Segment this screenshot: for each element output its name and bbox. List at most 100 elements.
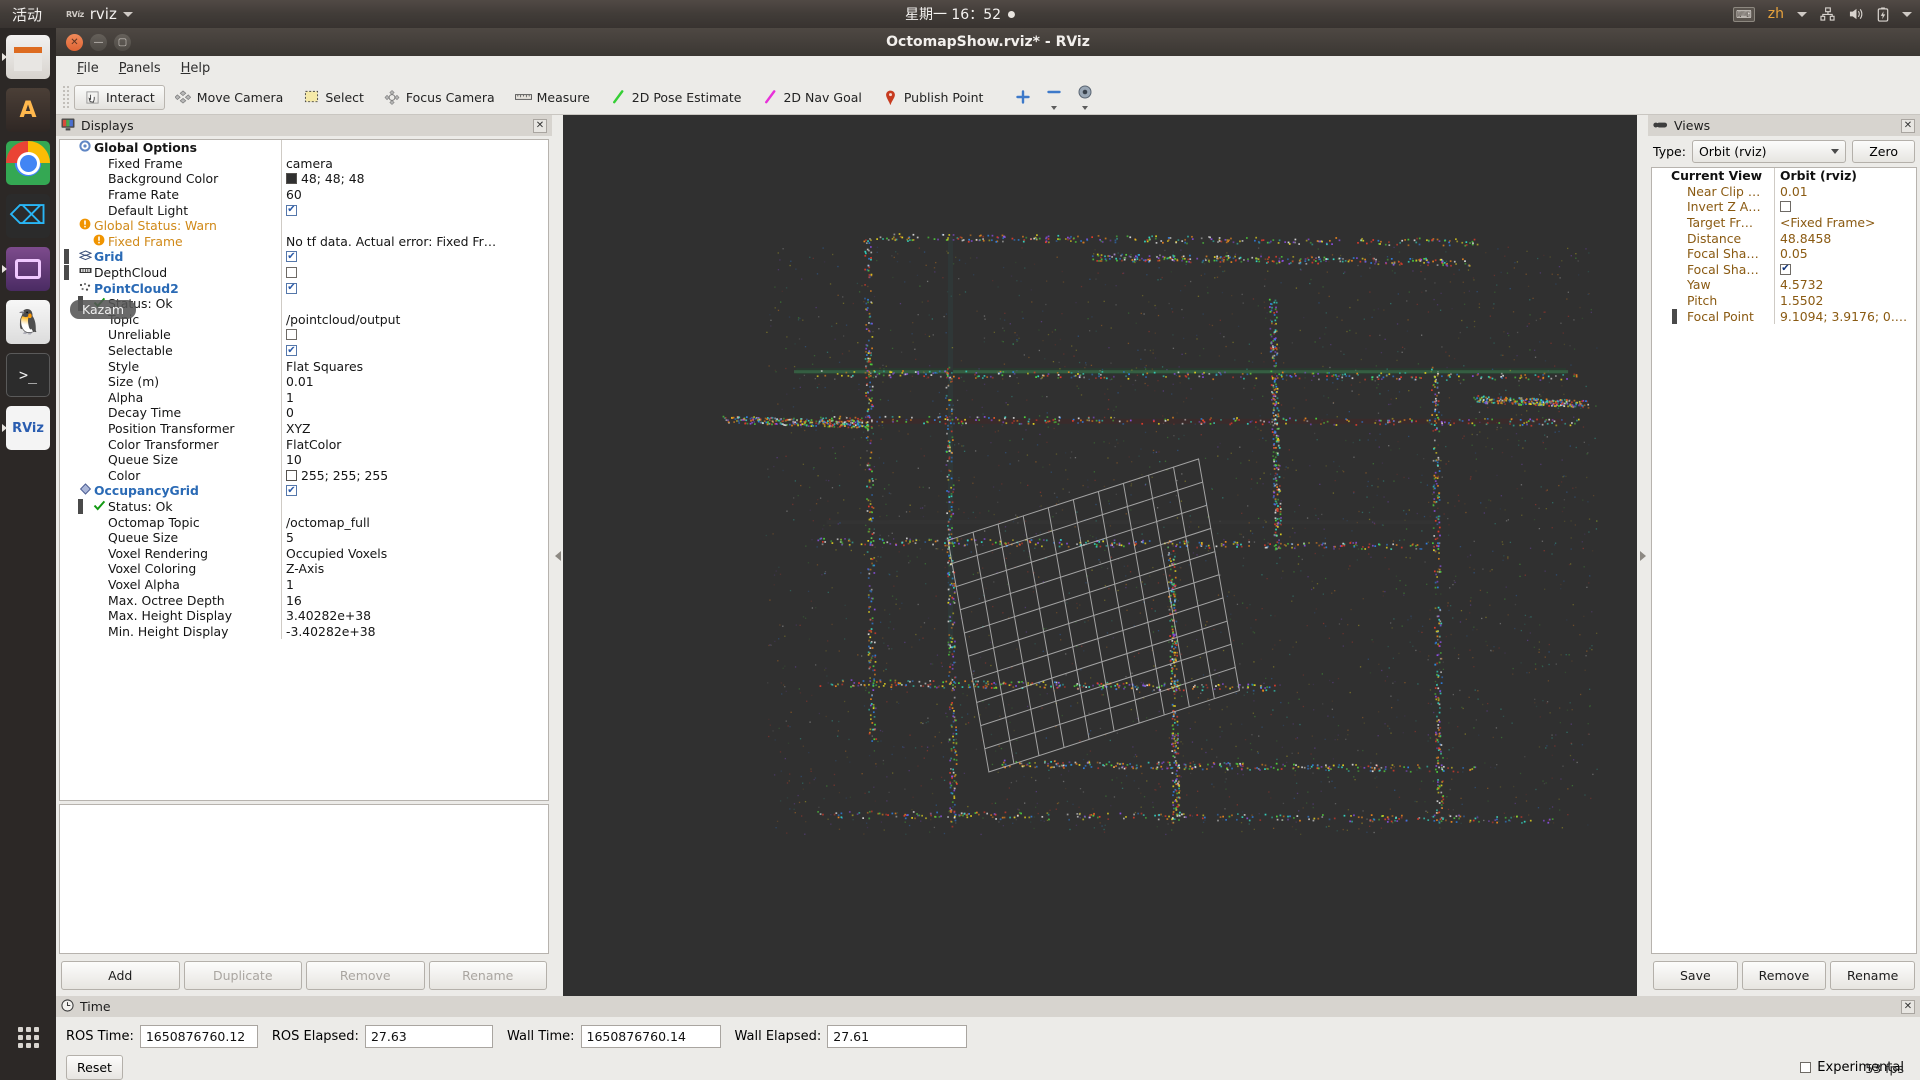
language-indicator[interactable]: zh <box>1768 6 1784 22</box>
tool-2d-pose-estimate[interactable]: 2D Pose Estimate <box>600 85 752 110</box>
tree-row-value[interactable] <box>281 327 548 343</box>
tree-row[interactable]: Color 255; 255; 255 <box>60 467 548 484</box>
tree-row[interactable]: Alpha 1 <box>60 389 548 406</box>
tree-row[interactable]: Status: Ok <box>60 498 548 515</box>
row-checkbox[interactable]: ✔ <box>286 282 297 294</box>
row-checkbox[interactable]: ✔ <box>286 485 297 497</box>
minimize-icon[interactable]: — <box>90 33 107 51</box>
tree-row[interactable]: Queue Size 10 <box>60 451 548 468</box>
tree-row-value[interactable] <box>281 295 548 312</box>
close-icon[interactable]: ✕ <box>533 118 547 133</box>
tree-row[interactable]: Voxel Coloring Z-Axis <box>60 561 548 577</box>
tree-row[interactable]: Background Color 48; 48; 48 <box>60 171 548 187</box>
activities-button[interactable]: 活动 <box>12 4 42 25</box>
view-type-select[interactable]: Orbit (rviz) <box>1691 140 1847 163</box>
launcher-item-kazam[interactable] <box>2 247 50 291</box>
tree-row-value[interactable]: Flat Squares <box>281 358 548 374</box>
app-menu-indicator[interactable]: RVíz rviz <box>66 5 133 23</box>
view-row-value[interactable]: 1.5502 <box>1774 292 1916 309</box>
tree-row-value[interactable]: Z-Axis <box>281 561 548 577</box>
tree-row-value[interactable]: No tf data. Actual error: Fixed Fr… <box>281 233 548 250</box>
tree-row[interactable]: Max. Height Display 3.40282e+38 <box>60 607 548 624</box>
tree-row-value[interactable]: -3.40282e+38 <box>281 623 548 639</box>
reset-button[interactable]: Reset <box>66 1055 123 1080</box>
3d-viewport[interactable] <box>563 115 1637 996</box>
tree-row[interactable]: Decay Time 0 <box>60 405 548 421</box>
tool-publish-point[interactable]: Publish Point <box>872 85 994 110</box>
save-view-button[interactable]: Save <box>1653 961 1738 990</box>
time-field-input[interactable]: 1650876760.12 <box>139 1025 258 1048</box>
row-checkbox[interactable]: ✔ <box>286 251 297 263</box>
launcher-item-files[interactable] <box>2 35 50 79</box>
tree-row[interactable]: Grid ✔ <box>60 249 548 265</box>
launcher-item-amazon[interactable]: A <box>6 88 50 132</box>
view-row-value[interactable]: ✔ <box>1774 261 1916 278</box>
tree-row-value[interactable]: camera <box>281 155 548 172</box>
toolbar-drag-handle[interactable] <box>62 85 70 109</box>
tree-row[interactable]: Selectable ✔ <box>60 342 548 359</box>
tree-row[interactable]: Frame Rate 60 <box>60 186 548 203</box>
view-row-value[interactable] <box>1774 199 1916 215</box>
add-button[interactable]: Add <box>61 961 180 990</box>
expander-collapsed-icon[interactable] <box>64 265 76 281</box>
tool-focus-camera[interactable]: Focus Camera <box>374 85 505 110</box>
menu-panels[interactable]: Panels <box>110 59 170 78</box>
tree-row-value[interactable]: ✔ <box>281 202 548 218</box>
tree-row-value[interactable]: 5 <box>281 529 548 546</box>
close-icon[interactable]: ✕ <box>1901 118 1915 133</box>
tree-row[interactable]: Octomap Topic/octomap_full <box>60 514 548 530</box>
menu-file[interactable]: File <box>68 59 108 78</box>
tree-row-value[interactable]: /octomap_full <box>281 514 548 530</box>
tree-row-value[interactable]: 0.01 <box>281 373 548 390</box>
view-row-value[interactable]: 0.05 <box>1774 245 1916 262</box>
tree-row[interactable]: Unreliable <box>60 327 548 343</box>
expander-expanded-icon[interactable] <box>64 218 76 234</box>
view-tree-row[interactable]: Current View Orbit (rviz) <box>1652 168 1916 184</box>
view-row-value[interactable]: 48.8458 <box>1774 230 1916 246</box>
tree-row[interactable]: Queue Size 5 <box>60 529 548 546</box>
time-field-input[interactable]: 1650876760.14 <box>580 1025 721 1048</box>
right-splitter-handle[interactable] <box>1637 115 1648 996</box>
tree-row-value[interactable]: XYZ <box>281 420 548 437</box>
tree-row[interactable]: Size (m) 0.01 <box>60 373 548 390</box>
close-icon[interactable]: ✕ <box>1901 999 1915 1014</box>
zero-button[interactable]: Zero <box>1852 140 1915 163</box>
tree-row-value[interactable]: 0 <box>281 405 548 421</box>
launcher-item-rviz[interactable]: RViz <box>2 406 50 450</box>
tree-row-value[interactable]: Occupied Voxels <box>281 545 548 562</box>
view-tree-row[interactable]: Yaw 4.5732 <box>1652 277 1916 293</box>
tree-row-value[interactable] <box>281 264 548 281</box>
tree-row-value[interactable]: 60 <box>281 186 548 203</box>
tree-row-value[interactable]: 16 <box>281 592 548 608</box>
expander-expanded-icon[interactable] <box>64 483 76 499</box>
tree-row-value[interactable]: 3.40282e+38 <box>281 607 548 624</box>
tree-row-value[interactable] <box>281 140 548 156</box>
experimental-checkbox[interactable] <box>1800 1062 1812 1073</box>
tree-row[interactable]: Default Light ✔ <box>60 202 548 218</box>
views-tree[interactable]: Current View Orbit (rviz) Near Clip … 0.01 I… <box>1651 167 1917 954</box>
launcher-item-show-applications[interactable] <box>6 1015 50 1059</box>
tree-row[interactable]: Voxel Alpha 1 <box>60 576 548 593</box>
clock[interactable]: 星期一 16：52 <box>905 4 1016 24</box>
battery-icon[interactable] <box>1877 6 1889 22</box>
tree-row-value[interactable]: ✔ <box>281 280 548 296</box>
tree-row[interactable]: Position Transformer XYZ <box>60 420 548 437</box>
tree-row[interactable]: Color Transformer FlatColor <box>60 436 548 452</box>
rename-view-button[interactable]: Rename <box>1830 961 1916 990</box>
row-checkbox[interactable]: ✔ <box>286 345 297 357</box>
view-tree-row[interactable]: Focal Sha… ✔ <box>1652 261 1916 278</box>
tree-row-value[interactable] <box>281 217 548 234</box>
tree-row-value[interactable]: 1 <box>281 389 548 406</box>
add-tool-button[interactable] <box>1007 86 1038 109</box>
tool-move-camera[interactable]: Move Camera <box>165 85 294 110</box>
chevron-down-icon[interactable] <box>1902 11 1912 17</box>
row-checkbox[interactable] <box>1780 201 1791 213</box>
menu-help[interactable]: Help <box>172 59 220 78</box>
expander-expanded-icon[interactable] <box>1656 168 1668 184</box>
close-icon[interactable]: ✕ <box>66 33 83 51</box>
tool-select[interactable]: Select <box>293 85 374 110</box>
expander-expanded-icon[interactable] <box>64 140 76 156</box>
time-field-input[interactable]: 27.61 <box>827 1025 968 1048</box>
view-tree-row[interactable]: Pitch 1.5502 <box>1652 292 1916 309</box>
tree-row-value[interactable]: ✔ <box>281 342 548 359</box>
